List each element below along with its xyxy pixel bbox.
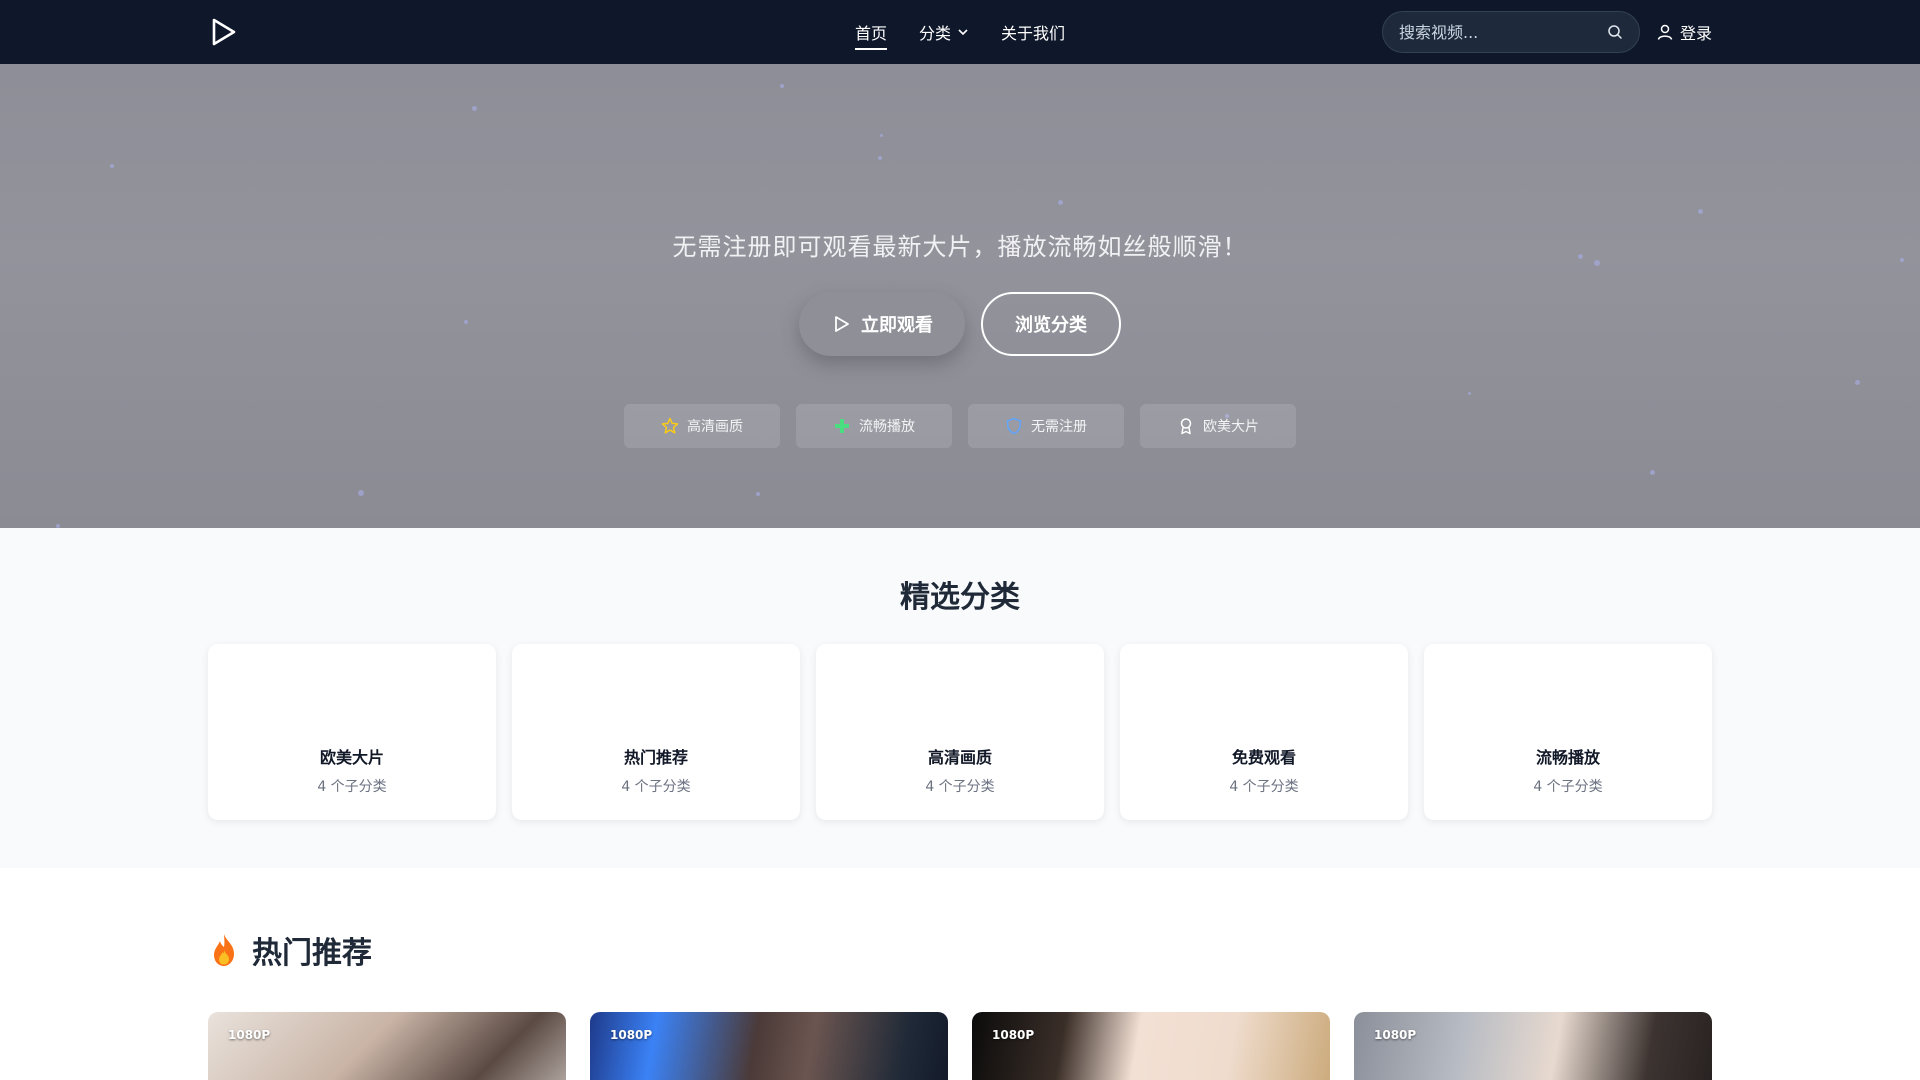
quality-badge: 1080P <box>228 1028 271 1042</box>
hot-video-grid: 1080P 1080P 1080P 1080P <box>208 1012 1712 1080</box>
browse-categories-button[interactable]: 浏览分类 <box>981 292 1121 356</box>
hero-actions: 立即观看 浏览分类 <box>0 292 1920 356</box>
hot-section-title: 热门推荐 <box>252 936 372 971</box>
particle <box>756 492 760 496</box>
video-card[interactable]: 1080P <box>208 1012 566 1080</box>
video-thumbnail <box>972 1012 1330 1080</box>
particle <box>1650 470 1655 475</box>
browse-categories-label: 浏览分类 <box>1015 315 1087 336</box>
watch-now-button[interactable]: 立即观看 <box>799 292 965 356</box>
particle <box>880 134 883 137</box>
feature-western: 欧美大片 <box>1140 404 1296 448</box>
category-name: 免费观看 <box>1231 748 1296 767</box>
quality-badge: 1080P <box>1374 1028 1417 1042</box>
category-card[interactable]: 热门推荐 4 个子分类 <box>512 644 800 820</box>
play-icon[interactable] <box>208 17 238 47</box>
category-count: 4 个子分类 <box>1533 779 1603 795</box>
feature-label: 高清画质 <box>687 419 743 435</box>
category-count: 4 个子分类 <box>621 779 691 795</box>
video-thumbnail <box>208 1012 566 1080</box>
hero-subtitle: 无需注册即可观看最新大片，播放流畅如丝般顺滑！ <box>672 233 1248 261</box>
feature-label: 无需注册 <box>1031 419 1087 435</box>
feature-no-register: 无需注册 <box>968 404 1124 448</box>
award-icon <box>1180 418 1192 435</box>
category-name: 热门推荐 <box>623 748 688 767</box>
feature-smooth: 流畅播放 <box>796 404 952 448</box>
quality-badge: 1080P <box>992 1028 1035 1042</box>
category-card[interactable]: 流畅播放 4 个子分类 <box>1424 644 1712 820</box>
particle <box>780 84 784 88</box>
nav-about-label: 关于我们 <box>1001 24 1066 43</box>
particle <box>878 156 882 160</box>
category-card[interactable]: 高清画质 4 个子分类 <box>816 644 1104 820</box>
category-count: 4 个子分类 <box>925 779 995 795</box>
particle <box>472 106 477 111</box>
star-icon <box>661 417 679 434</box>
category-name: 高清画质 <box>927 748 992 767</box>
search-icon[interactable] <box>1607 24 1623 40</box>
search-box <box>1382 11 1640 53</box>
nav-home-label: 首页 <box>854 24 887 43</box>
category-card[interactable]: 欧美大片 4 个子分类 <box>208 644 496 820</box>
video-card[interactable]: 1080P <box>972 1012 1330 1080</box>
hero-banner: 无需注册即可观看最新大片，播放流畅如丝般顺滑！ 立即观看 浏览分类 高清画质 流… <box>0 64 1920 528</box>
featured-categories-section: 精选分类 欧美大片 4 个子分类 热门推荐 4 个子分类 高清画质 4 个子分类… <box>0 528 1920 868</box>
login-button[interactable]: 登录 <box>1656 20 1712 44</box>
video-card[interactable]: 1080P <box>590 1012 948 1080</box>
category-name: 欧美大片 <box>319 748 384 767</box>
category-count: 4 个子分类 <box>1229 779 1299 795</box>
feature-label: 流畅播放 <box>859 419 915 435</box>
section-title: 精选分类 <box>900 580 1020 615</box>
chevron-down-icon <box>958 29 968 36</box>
hot-section-heading: 热门推荐 <box>208 928 372 972</box>
particle <box>358 490 364 496</box>
top-navbar: 首页 分类 关于我们 登录 <box>0 0 1920 64</box>
shield-icon <box>1006 417 1022 435</box>
video-card[interactable]: 1080P <box>1354 1012 1712 1080</box>
watch-now-label: 立即观看 <box>861 315 933 336</box>
nav-categories-dropdown[interactable]: 分类 <box>919 14 969 50</box>
nav-about[interactable]: 关于我们 <box>1001 14 1065 50</box>
particle <box>110 164 114 168</box>
nav-home[interactable]: 首页 <box>854 14 887 50</box>
user-icon <box>1657 24 1673 40</box>
feature-label: 欧美大片 <box>1203 419 1259 435</box>
search-input[interactable] <box>1399 22 1607 42</box>
particle <box>1698 209 1703 214</box>
plus-icon <box>835 419 849 433</box>
category-count: 4 个子分类 <box>317 779 387 795</box>
play-icon <box>835 316 849 332</box>
category-grid: 欧美大片 4 个子分类 热门推荐 4 个子分类 高清画质 4 个子分类 免费观看… <box>208 644 1712 820</box>
category-name: 流畅播放 <box>1535 748 1600 767</box>
particle <box>1855 380 1860 385</box>
category-card[interactable]: 免费观看 4 个子分类 <box>1120 644 1408 820</box>
feature-hd: 高清画质 <box>624 404 780 448</box>
particle <box>1468 392 1471 395</box>
login-label: 登录 <box>1680 24 1713 43</box>
fire-icon <box>214 934 234 966</box>
quality-badge: 1080P <box>610 1028 653 1042</box>
video-thumbnail <box>1354 1012 1712 1080</box>
particle <box>1058 200 1063 205</box>
hero-features: 高清画质 流畅播放 无需注册 欧美大片 <box>0 404 1920 448</box>
video-thumbnail <box>590 1012 948 1080</box>
nav-categories-label: 分类 <box>918 24 951 43</box>
